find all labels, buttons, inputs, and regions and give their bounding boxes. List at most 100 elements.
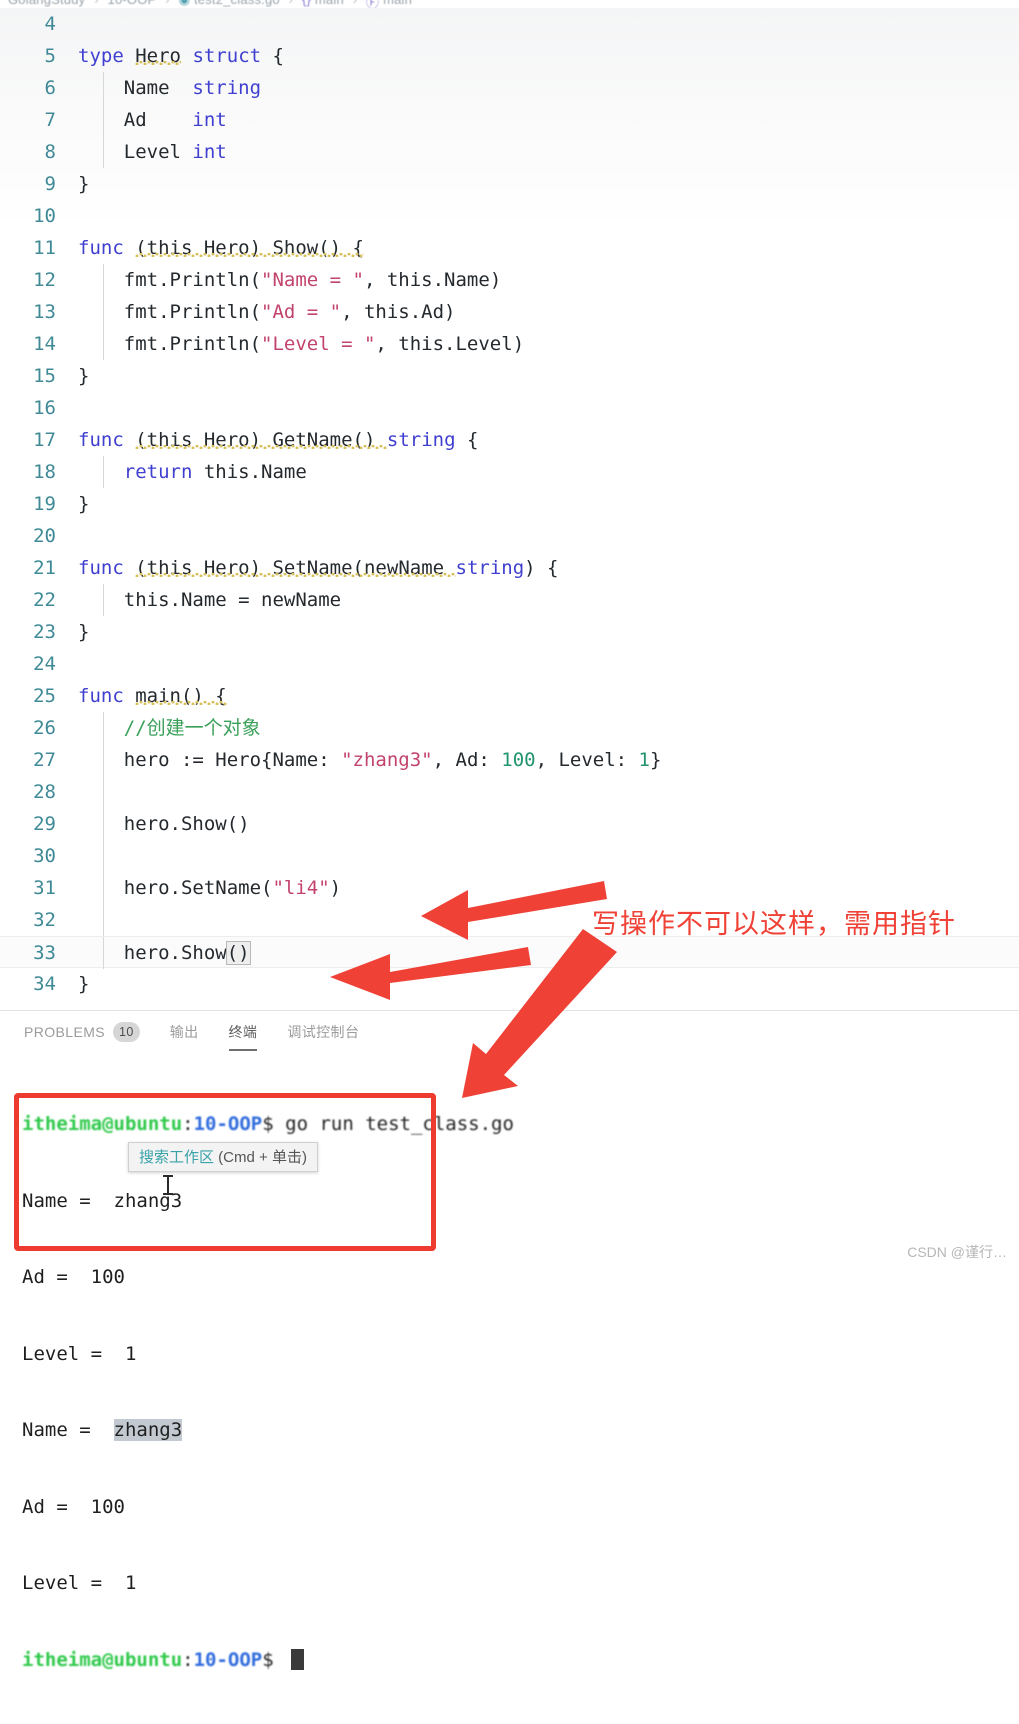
code-editor[interactable]: 4 5 type Hero struct { 6 Name string 7 Ad… — [0, 8, 1019, 1008]
code-text[interactable]: func (this Hero) GetName() string { — [78, 424, 478, 456]
watermark: CSDN @谨行… — [907, 1244, 1007, 1260]
code-text[interactable]: hero.SetName("li4") — [78, 872, 341, 904]
terminal-selected-text[interactable]: zhang3 — [113, 1419, 183, 1441]
panel-tab-bar[interactable]: PROBLEMS 10 输出 终端 调试控制台 — [0, 1011, 1019, 1057]
terminal-prompt-colon: : — [182, 1113, 194, 1135]
terminal-line: Level = 1 — [22, 1342, 137, 1365]
terminal-prompt-user: itheima@ubuntu — [22, 1648, 183, 1671]
tab-debug-console[interactable]: 调试控制台 — [287, 1022, 359, 1047]
code-line: 22 this.Name = newName — [0, 584, 1019, 616]
code-text[interactable]: } — [78, 168, 89, 200]
code-text[interactable]: fmt.Println("Level = ", this.Level) — [78, 328, 524, 360]
indent-guide — [103, 584, 104, 616]
breadcrumb-separator-icon: › — [89, 0, 104, 7]
search-workspace-tooltip[interactable]: 搜索工作区 (Cmd + 单击) — [128, 1142, 318, 1172]
line-number: 17 — [33, 429, 56, 451]
code-text[interactable]: fmt.Println("Ad = ", this.Ad) — [78, 296, 456, 328]
line-number: 22 — [33, 589, 56, 611]
code-text[interactable]: //创建一个对象 — [78, 712, 261, 744]
tab-output[interactable]: 输出 — [170, 1022, 199, 1047]
line-number: 7 — [44, 109, 56, 131]
line-number: 23 — [33, 621, 56, 643]
line-number: 4 — [44, 13, 56, 35]
code-text[interactable]: Ad int — [78, 104, 227, 136]
indent-guide — [103, 872, 104, 904]
line-number: 34 — [33, 973, 56, 995]
code-text[interactable]: this.Name = newName — [78, 584, 341, 616]
line-number: 13 — [33, 301, 56, 323]
breadcrumb[interactable]: GolangStudy › 10-OOP › ◉ test2_class.go … — [0, 0, 1019, 8]
bracket-match-highlight: () — [225, 941, 251, 965]
code-text[interactable]: } — [78, 968, 89, 1000]
code-text[interactable]: Level int — [78, 136, 227, 168]
terminal-cursor — [291, 1648, 305, 1670]
code-text[interactable]: } — [78, 360, 89, 392]
code-line: 26 //创建一个对象 — [0, 712, 1019, 744]
terminal-prompt-path: 10-OOP — [193, 1113, 263, 1135]
code-text[interactable]: Name string — [78, 72, 261, 104]
line-number: 20 — [33, 525, 56, 547]
line-number: 32 — [33, 909, 56, 931]
code-text[interactable]: type Hero struct { — [78, 40, 284, 72]
code-text[interactable]: func (this Hero) SetName(newName string)… — [78, 552, 558, 584]
tab-problems-label: PROBLEMS — [24, 1023, 105, 1040]
line-number: 18 — [33, 461, 56, 483]
terminal-line: Ad = 100 — [22, 1495, 125, 1518]
search-workspace-hint: (Cmd + 单击) — [214, 1149, 307, 1166]
line-number: 27 — [33, 749, 56, 771]
code-text[interactable]: func main() { — [78, 680, 227, 712]
breadcrumb-part-3[interactable]: main — [315, 0, 344, 7]
terminal-prompt-tail: $ — [262, 1113, 286, 1135]
indent-guide — [103, 456, 104, 488]
breadcrumb-separator-icon: › — [284, 0, 299, 7]
breadcrumb-part-1[interactable]: 10-OOP — [108, 0, 157, 7]
line-number: 11 — [33, 237, 56, 259]
code-line: 34} — [0, 968, 1019, 1000]
indent-guide — [103, 264, 104, 296]
tab-problems[interactable]: PROBLEMS 10 — [24, 1021, 140, 1047]
code-line: 23} — [0, 616, 1019, 648]
code-line: 20 — [0, 520, 1019, 552]
terminal-prompt-colon: : — [182, 1648, 194, 1671]
indent-guide — [103, 937, 104, 969]
line-number: 30 — [33, 845, 56, 867]
code-line: 5 type Hero struct { — [0, 40, 1019, 72]
code-line: 24 — [0, 648, 1019, 680]
code-text[interactable]: func (this Hero) Show() { — [78, 232, 364, 264]
code-line: 12 fmt.Println("Name = ", this.Name) — [0, 264, 1019, 296]
line-number: 33 — [33, 942, 56, 964]
text-cursor-icon — [163, 1175, 173, 1195]
indent-guide — [103, 104, 104, 136]
indent-guide — [103, 744, 104, 776]
breadcrumb-part-2[interactable]: test2_class.go — [194, 0, 280, 7]
indent-guide — [103, 136, 104, 168]
code-comment: //创建一个对象 — [123, 717, 261, 739]
line-number: 14 — [33, 333, 56, 355]
terminal-prompt-path: 10-OOP — [193, 1648, 263, 1671]
code-text[interactable]: fmt.Println("Name = ", this.Name) — [78, 264, 502, 296]
line-number: 16 — [33, 397, 56, 419]
code-text[interactable]: } — [78, 488, 89, 520]
line-number: 9 — [44, 173, 56, 195]
code-line: 19} — [0, 488, 1019, 520]
tab-terminal[interactable]: 终端 — [228, 1022, 258, 1051]
line-number: 29 — [33, 813, 56, 835]
terminal-prompt-tail: $ — [262, 1648, 286, 1671]
terminal-command-line: itheima@ubuntu:10-OOP$ go run test_class… — [22, 1112, 1019, 1138]
code-line: 10 — [0, 200, 1019, 232]
code-text[interactable]: hero := Hero{Name: "zhang3", Ad: 100, Le… — [78, 744, 662, 776]
terminal-line: Level = 1 — [22, 1572, 137, 1594]
code-text[interactable]: } — [78, 616, 89, 648]
line-number: 6 — [44, 77, 56, 99]
code-text[interactable]: return this.Name — [78, 456, 307, 488]
brace-icon: {} — [302, 0, 311, 7]
code-line: 17 func (this Hero) GetName() string { — [0, 424, 1019, 456]
line-number: 28 — [33, 781, 56, 803]
breadcrumb-part-4[interactable]: main — [383, 0, 412, 7]
search-workspace-link[interactable]: 搜索工作区 — [139, 1149, 214, 1166]
code-line: 14 fmt.Println("Level = ", this.Level) — [0, 328, 1019, 360]
breadcrumb-part-0[interactable]: GolangStudy — [8, 0, 85, 7]
indent-guide — [103, 72, 104, 104]
line-number: 5 — [44, 45, 56, 67]
code-line: 13 fmt.Println("Ad = ", this.Ad) — [0, 296, 1019, 328]
